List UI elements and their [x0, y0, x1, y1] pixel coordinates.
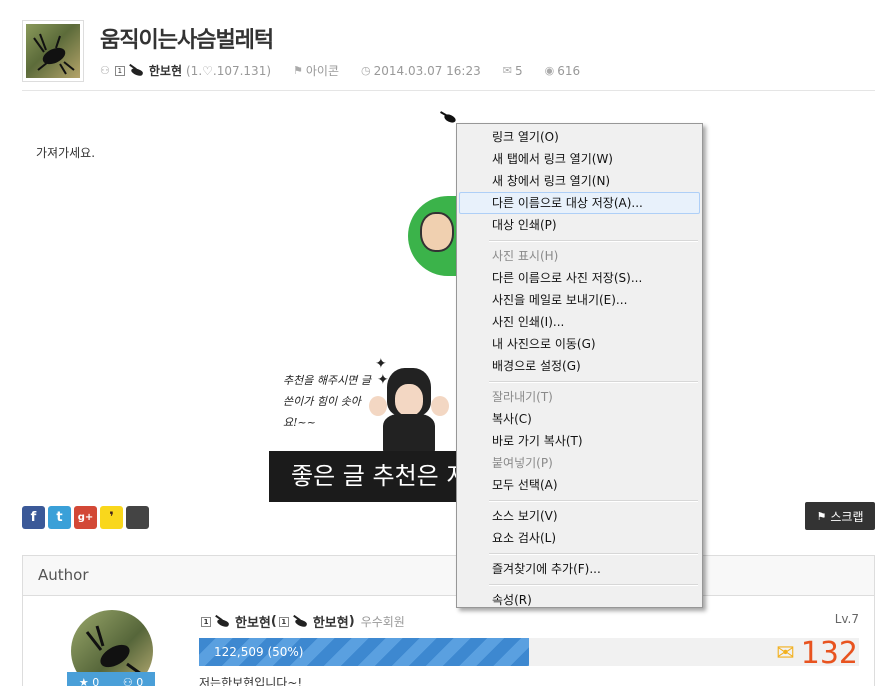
user-icon: ⚇: [100, 64, 110, 77]
author-name-line: 1 한보현(1 한보현) 우수회원: [199, 612, 405, 631]
context-menu-item[interactable]: 사진 인쇄(I)...: [459, 311, 700, 333]
author-box-name[interactable]: 한보현: [235, 612, 271, 631]
eye-icon: ◉: [544, 64, 555, 77]
context-menu-item[interactable]: 새 창에서 링크 열기(N): [459, 170, 700, 192]
category-meta[interactable]: ⚑ 아이콘: [293, 62, 339, 79]
promo-note: 추천을 해주시면 글쓴이가 힘이 솟아요!~~: [283, 374, 371, 429]
context-menu-item[interactable]: 다른 이름으로 대상 저장(A)...: [459, 192, 700, 214]
context-menu: 링크 열기(O) 새 탭에서 링크 열기(W) 새 창에서 링크 열기(N) 다른 이…: [456, 123, 703, 608]
clock-icon: ◷: [361, 64, 371, 77]
context-menu-item: 사진 표시(H): [492, 249, 559, 263]
context-menu-item: 붙여넣기(P): [492, 456, 553, 470]
context-menu-item[interactable]: 즐겨찾기에 추가(F)...: [459, 558, 700, 580]
xp-bar: 122,509 (50%): [199, 638, 859, 666]
author-ip: (1.♡.107.131): [186, 63, 272, 78]
author-box: Author ★ 0 ⚇ 0 1 한보현(1 한보현) 우수회원 Lv.7 12…: [22, 555, 875, 686]
author-meta[interactable]: ⚇ 1 한보현 (1.♡.107.131): [100, 62, 271, 79]
post-meta: ⚇ 1 한보현 (1.♡.107.131) ⚑ 아이콘 ◷ 2014.03.07…: [100, 62, 602, 79]
context-menu-item[interactable]: 사진을 메일로 보내기(E)...: [459, 289, 700, 311]
member-icon: [129, 66, 147, 76]
tag-icon: ⚑: [293, 64, 303, 77]
menu-separator: [489, 553, 698, 555]
googleplus-share-button[interactable]: g+: [74, 506, 97, 529]
context-menu-item[interactable]: 링크 열기(O): [459, 126, 700, 148]
context-menu-item[interactable]: 소스 보기(V): [459, 505, 700, 527]
author-box-nick[interactable]: 한보현: [313, 612, 349, 631]
level-badge: 1: [201, 616, 211, 627]
promo-banner: 좋은 글 추천은 저: [269, 451, 459, 502]
member-icon: [215, 617, 233, 627]
kakaostory-share-button[interactable]: ❜: [100, 506, 123, 529]
level-badge: 1: [114, 65, 125, 76]
comment-count: 5: [514, 63, 523, 78]
post-title: 움직이는사슴벌레턱: [100, 28, 274, 53]
sticker-face: [420, 212, 454, 252]
comments-icon: ✉: [502, 64, 512, 77]
context-menu-item[interactable]: 다른 이름으로 사진 저장(S)...: [459, 267, 700, 289]
band-share-button[interactable]: [126, 506, 149, 529]
context-menu-item[interactable]: 복사(C): [459, 408, 700, 430]
menu-separator: [489, 240, 698, 242]
comments-meta: ✉ 5: [503, 64, 523, 78]
context-menu-item[interactable]: 요소 검사(L): [459, 527, 700, 549]
recommend-count: 0: [92, 675, 100, 686]
facebook-share-button[interactable]: f: [22, 506, 45, 529]
comments-icon: ✉: [776, 641, 795, 666]
context-menu-item[interactable]: 대상 인쇄(P): [459, 214, 700, 236]
menu-separator: [489, 584, 698, 586]
author-name[interactable]: 한보현: [149, 62, 182, 79]
scrap-button[interactable]: ⚑ 스크랩: [805, 502, 875, 530]
context-menu-item: 잘라내기(T): [492, 390, 553, 404]
member-grade: 우수회원: [360, 615, 405, 629]
author-heading: Author: [23, 556, 874, 596]
post-count-value: 132: [800, 636, 858, 671]
share-buttons: f t g+ ❜: [22, 506, 152, 529]
scrap-label: 스크랩: [830, 509, 864, 524]
author-level: Lv.7: [834, 612, 859, 626]
twitter-share-button[interactable]: t: [48, 506, 71, 529]
post-datetime: 2014.03.07 16:23: [373, 63, 481, 78]
tag-icon: ⚑: [816, 509, 827, 523]
post-thumbnail[interactable]: [22, 20, 84, 82]
post-count: ✉ 132: [776, 636, 858, 671]
xp-fill: 122,509 (50%): [199, 638, 529, 666]
context-menu-item[interactable]: 배경으로 설정(G): [459, 355, 700, 377]
recommend-stat[interactable]: ★ 0: [79, 676, 99, 686]
menu-separator: [489, 500, 698, 502]
avatar-stats: ★ 0 ⚇ 0: [67, 672, 155, 686]
context-menu-item[interactable]: 내 사진으로 이동(G): [459, 333, 700, 355]
member-icon: [293, 617, 311, 627]
views-meta: ◉ 616: [545, 64, 581, 78]
context-menu-item[interactable]: 새 탭에서 링크 열기(W): [459, 148, 700, 170]
menu-separator: [489, 381, 698, 383]
users-icon: ⚇: [122, 675, 133, 686]
post-body-text: 가져가세요.: [36, 146, 96, 160]
follow-stat[interactable]: ⚇ 0: [123, 676, 143, 686]
recommend-promo-image[interactable]: 추천을 해주시면 글쓴이가 힘이 솟아요!~~ ✦ ✦ 좋은 글 추천은 저: [269, 352, 459, 502]
view-count: 616: [557, 63, 581, 78]
category-label[interactable]: 아이콘: [306, 62, 339, 79]
follow-count: 0: [136, 675, 144, 686]
date-meta: ◷ 2014.03.07 16:23: [361, 64, 481, 78]
level-badge: 1: [278, 616, 289, 627]
context-menu-item[interactable]: 바로 가기 복사(T): [459, 430, 700, 452]
context-menu-item[interactable]: 속성(R): [459, 589, 700, 611]
author-bio: 저는한보현입니다~!: [199, 676, 303, 686]
beetle-image: [26, 24, 80, 78]
context-menu-item[interactable]: 모두 선택(A): [459, 474, 700, 496]
beetle-character: [369, 362, 449, 454]
header-divider: [22, 90, 875, 91]
star-icon: ★: [78, 675, 89, 686]
